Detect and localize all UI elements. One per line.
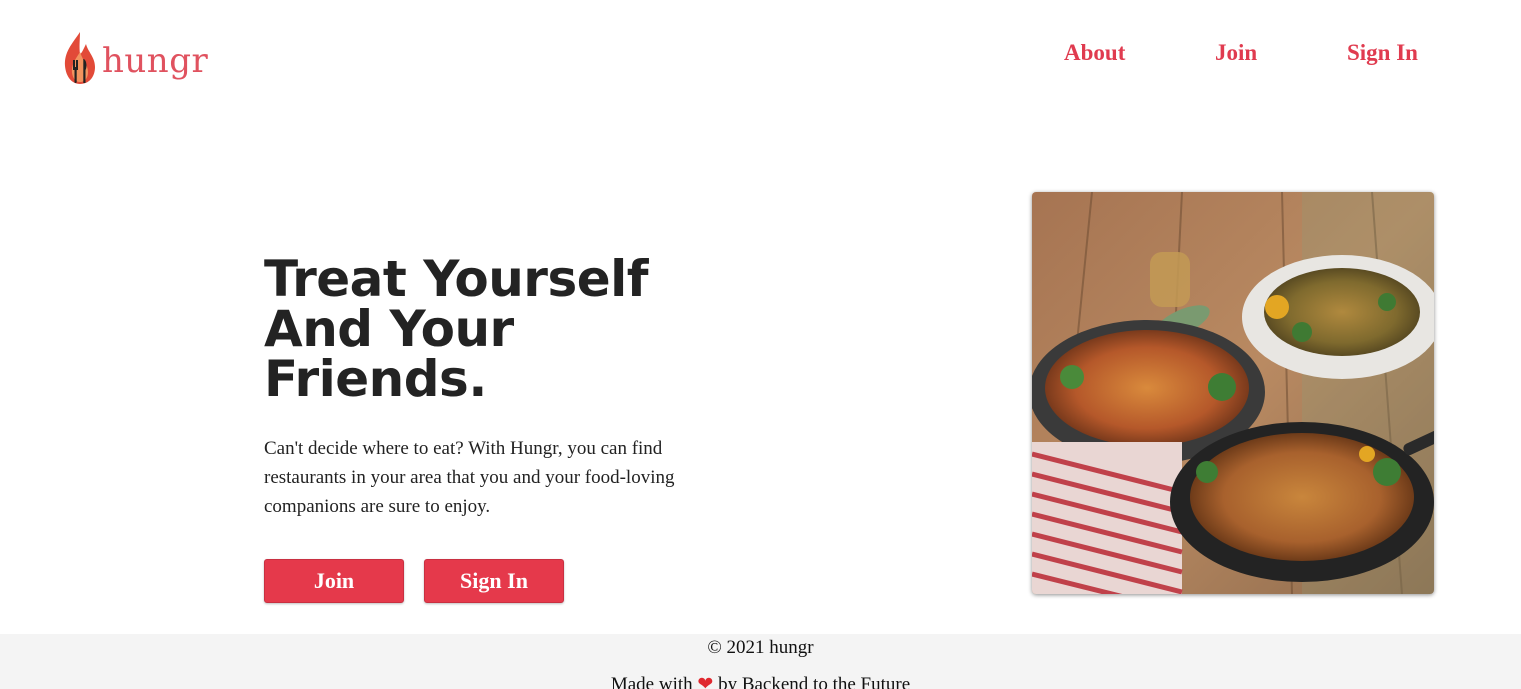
footer-copyright: © 2021 hungr: [707, 637, 814, 658]
footer-credit-team: by Backend to the Future: [718, 674, 911, 689]
page: hungr About Join Sign In Treat Yourself …: [0, 0, 1521, 689]
join-button[interactable]: Join: [264, 559, 404, 603]
nav-sign-in-link[interactable]: Sign In: [1347, 40, 1418, 66]
flame-fork-knife-icon: [64, 32, 95, 84]
hero-title: Treat Yourself And Your Friends.: [264, 254, 684, 404]
heart-icon: ❤: [697, 674, 714, 689]
hero-food-image: [1032, 192, 1434, 594]
footer: © 2021 hungr Made with ❤ by Backend to t…: [0, 634, 1521, 689]
nav-join-link[interactable]: Join: [1215, 40, 1257, 66]
sign-in-button[interactable]: Sign In: [424, 559, 564, 603]
logo[interactable]: hungr: [62, 30, 208, 86]
footer-credit: Made with ❤ by Backend to the Future: [0, 673, 1521, 689]
nav-about-link[interactable]: About: [1064, 40, 1125, 66]
logo-text: hungr: [102, 41, 209, 81]
hero-description: Can't decide where to eat? With Hungr, y…: [264, 438, 675, 517]
footer-made-with: Made with: [610, 674, 693, 689]
hero-title-line-3: Friends.: [264, 350, 487, 408]
